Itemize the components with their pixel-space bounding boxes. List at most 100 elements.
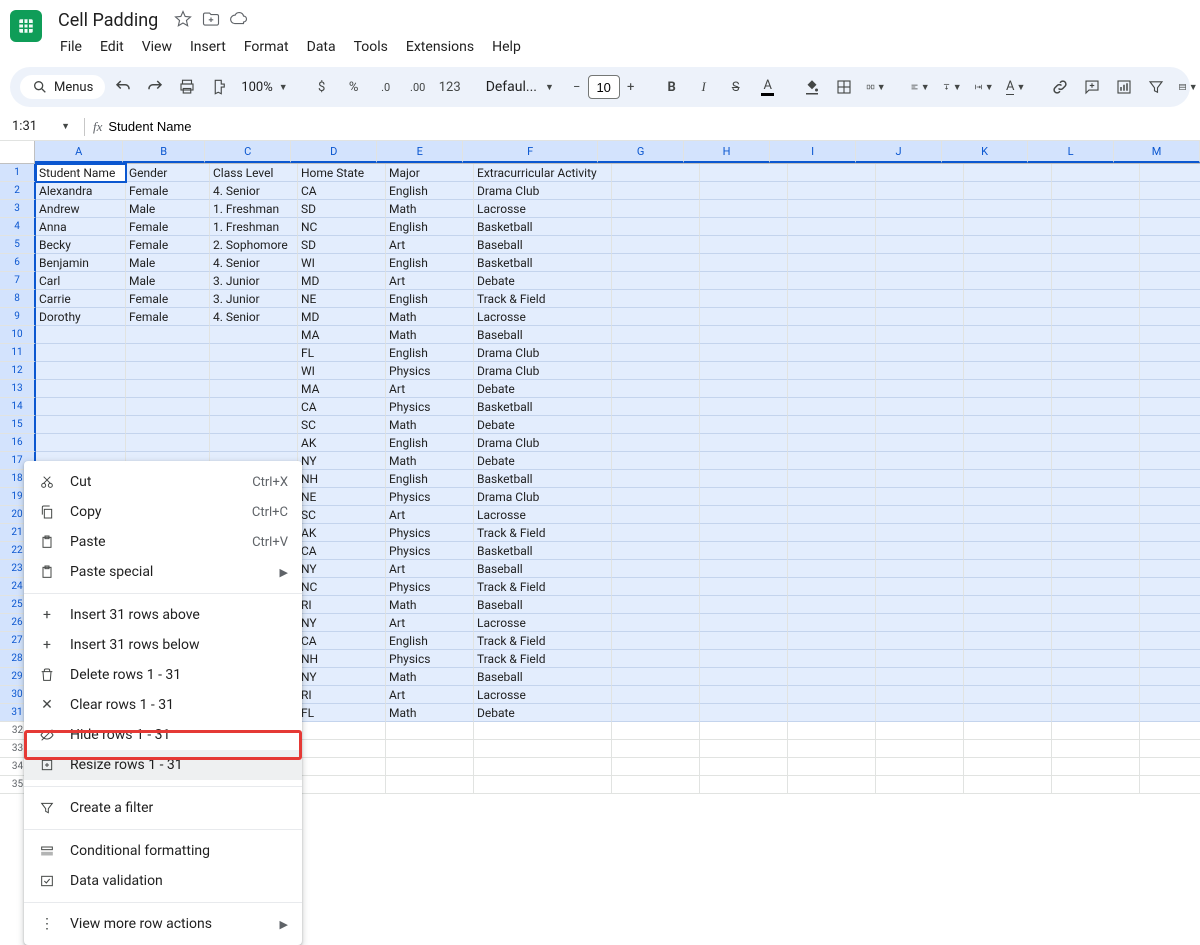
cell[interactable]: [876, 272, 964, 290]
cell[interactable]: Lacrosse: [474, 308, 612, 326]
cell[interactable]: [1140, 326, 1200, 344]
cell[interactable]: [700, 326, 788, 344]
cm-data-validation[interactable]: Data validation: [24, 866, 302, 896]
cell[interactable]: Track & Field: [474, 632, 612, 650]
cell[interactable]: [700, 650, 788, 668]
cell[interactable]: [964, 740, 1052, 758]
cell[interactable]: Female: [126, 218, 210, 236]
cell[interactable]: Baseball: [474, 668, 612, 686]
cell[interactable]: Debate: [474, 380, 612, 398]
cell[interactable]: [876, 200, 964, 218]
search-menus[interactable]: Menus: [20, 75, 105, 99]
cell[interactable]: Basketball: [474, 254, 612, 272]
cell[interactable]: [964, 272, 1052, 290]
cell[interactable]: [788, 326, 876, 344]
zoom-dropdown[interactable]: 100% ▼: [237, 80, 291, 95]
cell[interactable]: [612, 218, 700, 236]
row-header-13[interactable]: 13: [0, 380, 36, 398]
cloud-status-icon[interactable]: [230, 10, 248, 32]
row-header-6[interactable]: 6: [0, 254, 36, 272]
cell[interactable]: [964, 164, 1052, 182]
cell[interactable]: [1140, 776, 1200, 794]
cell[interactable]: [126, 398, 210, 416]
col-header-M[interactable]: M: [1114, 141, 1200, 163]
cell[interactable]: [1140, 218, 1200, 236]
cell[interactable]: Track & Field: [474, 578, 612, 596]
cell[interactable]: NH: [298, 650, 386, 668]
menu-edit[interactable]: Edit: [92, 35, 132, 59]
paint-format-button[interactable]: [205, 73, 233, 101]
cell[interactable]: [1140, 452, 1200, 470]
chart-button[interactable]: [1110, 73, 1138, 101]
fill-color-button[interactable]: [798, 73, 826, 101]
cell[interactable]: Art: [386, 236, 474, 254]
cell[interactable]: 2. Sophomore: [210, 236, 298, 254]
cell[interactable]: [964, 434, 1052, 452]
row-header-4[interactable]: 4: [0, 218, 36, 236]
cell[interactable]: [700, 362, 788, 380]
row-header-2[interactable]: 2: [0, 182, 36, 200]
cell[interactable]: [1052, 344, 1140, 362]
cell[interactable]: [1140, 344, 1200, 362]
cell[interactable]: Carrie: [36, 290, 126, 308]
cell[interactable]: Math: [386, 326, 474, 344]
col-header-I[interactable]: I: [770, 141, 856, 163]
v-align-button[interactable]: ▼: [938, 73, 966, 101]
cell[interactable]: English: [386, 290, 474, 308]
cell[interactable]: [1052, 650, 1140, 668]
cell[interactable]: [700, 380, 788, 398]
cell[interactable]: [876, 290, 964, 308]
cell[interactable]: [612, 542, 700, 560]
cm-delete-rows[interactable]: Delete rows 1 - 31: [24, 660, 302, 690]
cell[interactable]: [876, 506, 964, 524]
cell[interactable]: [1140, 560, 1200, 578]
cell[interactable]: [876, 632, 964, 650]
cell[interactable]: Male: [126, 200, 210, 218]
filter-views-button[interactable]: ▼: [1174, 73, 1200, 101]
cell[interactable]: Art: [386, 380, 474, 398]
cell[interactable]: [612, 524, 700, 542]
cell[interactable]: [964, 254, 1052, 272]
cell[interactable]: [612, 470, 700, 488]
cell[interactable]: AK: [298, 524, 386, 542]
cell[interactable]: Physics: [386, 578, 474, 596]
cell[interactable]: [612, 236, 700, 254]
cell[interactable]: [876, 578, 964, 596]
sheets-logo[interactable]: [10, 10, 42, 42]
cell[interactable]: CA: [298, 398, 386, 416]
cell[interactable]: [876, 218, 964, 236]
cell[interactable]: [1052, 236, 1140, 254]
cell[interactable]: [788, 272, 876, 290]
cell[interactable]: 1. Freshman: [210, 200, 298, 218]
cell[interactable]: [964, 236, 1052, 254]
cell[interactable]: [876, 416, 964, 434]
row-header-10[interactable]: 10: [0, 326, 36, 344]
cell[interactable]: English: [386, 254, 474, 272]
cell[interactable]: [788, 722, 876, 740]
redo-button[interactable]: [141, 73, 169, 101]
cell[interactable]: [210, 398, 298, 416]
cell[interactable]: [612, 344, 700, 362]
cell[interactable]: Student Name: [36, 164, 126, 182]
cell[interactable]: [1140, 470, 1200, 488]
cell[interactable]: [788, 380, 876, 398]
cell[interactable]: NH: [298, 470, 386, 488]
cell[interactable]: [612, 182, 700, 200]
cell[interactable]: [788, 164, 876, 182]
row-header-1[interactable]: 1: [0, 164, 36, 182]
italic-button[interactable]: I: [690, 73, 718, 101]
cell[interactable]: [1052, 560, 1140, 578]
cell[interactable]: Extracurricular Activity: [474, 164, 612, 182]
row-header-3[interactable]: 3: [0, 200, 36, 218]
cell[interactable]: [964, 308, 1052, 326]
cell[interactable]: Physics: [386, 362, 474, 380]
cell[interactable]: MA: [298, 326, 386, 344]
cell[interactable]: [126, 380, 210, 398]
cell[interactable]: [1140, 524, 1200, 542]
doc-title[interactable]: Cell Padding: [52, 8, 164, 33]
cell[interactable]: [612, 686, 700, 704]
font-dropdown[interactable]: Defaul... ▼: [480, 77, 550, 97]
cell[interactable]: [1052, 254, 1140, 272]
cell[interactable]: [612, 596, 700, 614]
cm-conditional-formatting[interactable]: Conditional formatting: [24, 836, 302, 866]
